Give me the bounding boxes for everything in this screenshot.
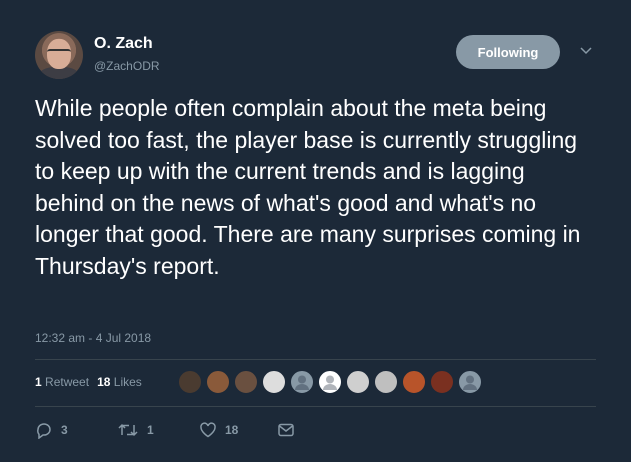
author-name[interactable]: O. Zach [94,35,153,53]
liker-avatar[interactable] [178,370,202,394]
envelope-icon [278,423,294,437]
engagement-stats: 1 Retweet 18 Likes [35,375,142,389]
tweet-text: While people often complain about the me… [35,95,581,279]
retweet-stat[interactable]: 1 Retweet [35,375,89,389]
tweet-timestamp[interactable]: 12:32 am - 4 Jul 2018 [35,331,151,345]
divider-bottom [35,406,596,407]
heart-icon [200,422,216,438]
likes-stat-count: 18 [97,375,111,389]
divider-top [35,359,596,360]
liker-avatar[interactable] [234,370,258,394]
chevron-down-icon[interactable] [580,46,592,56]
liker-avatar[interactable] [262,370,286,394]
retweet-icon [118,423,138,437]
retweet-count: 1 [147,423,154,437]
likes-stat-label: Likes [113,375,142,389]
liker-avatar[interactable] [430,370,454,394]
retweet-stat-label: Retweet [45,375,90,389]
like-count: 18 [225,423,239,437]
reply-count: 3 [61,423,68,437]
retweet-button[interactable]: 1 [117,421,154,439]
default-avatar-icon[interactable] [318,370,342,394]
liker-avatar[interactable] [402,370,426,394]
default-avatar-icon[interactable] [458,370,482,394]
likes-stat[interactable]: 18 Likes [97,375,142,389]
likers-avatars [178,370,486,394]
author-handle[interactable]: @ZachODR [94,59,160,73]
reply-icon [37,423,51,439]
retweet-stat-count: 1 [35,375,42,389]
avatar-glasses [47,49,71,57]
author-avatar[interactable] [35,31,83,79]
default-avatar-icon[interactable] [290,370,314,394]
direct-message-button[interactable] [277,421,295,439]
liker-avatar[interactable] [206,370,230,394]
reply-button[interactable]: 3 [35,421,68,439]
liker-avatar[interactable] [374,370,398,394]
following-button[interactable]: Following [456,35,560,69]
liker-avatar[interactable] [346,370,370,394]
like-button[interactable]: 18 [199,421,238,439]
